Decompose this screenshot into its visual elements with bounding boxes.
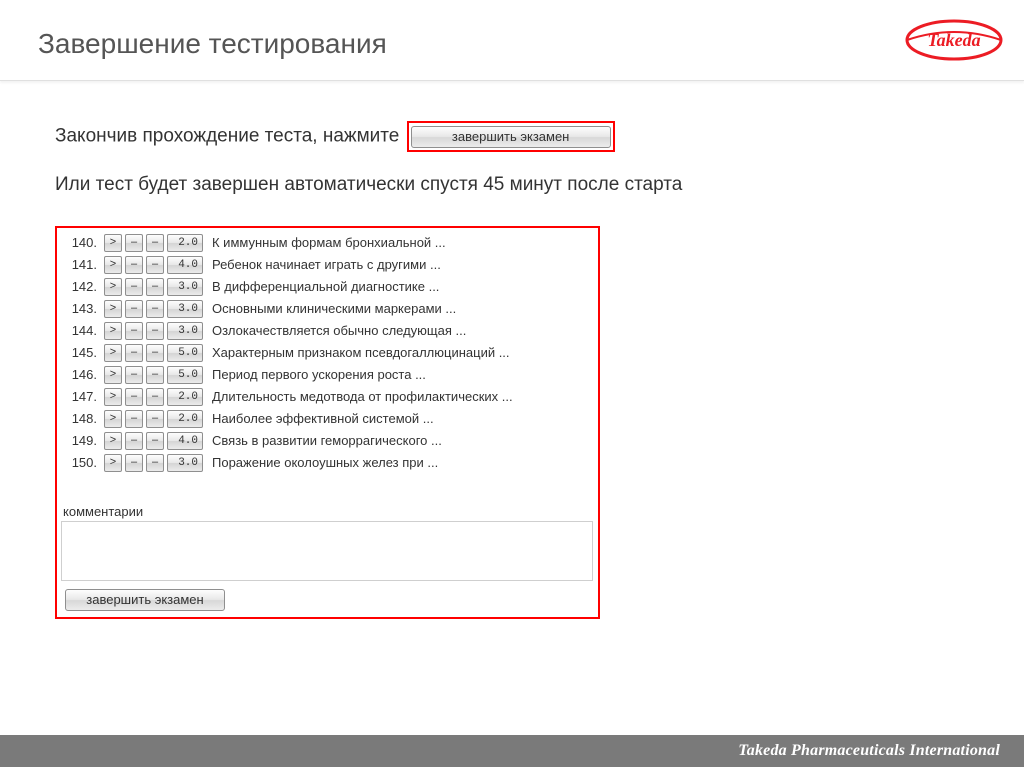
finish-exam-button-inline[interactable]: завершить экзамен [411,126,611,148]
page-title: Завершение тестирования [38,28,387,60]
goto-button[interactable]: > [104,344,122,362]
score-box[interactable]: 2.0 [167,388,203,406]
score-box[interactable]: 2.0 [167,234,203,252]
dash-button-2[interactable]: – [146,234,164,252]
goto-button[interactable]: > [104,300,122,318]
question-text: Основными клиническими маркерами ... [206,301,456,316]
dash-button-2[interactable]: – [146,366,164,384]
score-box[interactable]: 3.0 [167,454,203,472]
content-area: Закончив прохождение теста, нажмите заве… [0,81,1024,619]
dash-button-2[interactable]: – [146,300,164,318]
question-text: К иммунным формам бронхиальной ... [206,235,446,250]
finish-exam-button-highlight: завершить экзамен [407,121,615,152]
dash-button-1[interactable]: – [125,388,143,406]
score-box[interactable]: 5.0 [167,366,203,384]
question-text: Связь в развитии геморрагического ... [206,433,442,448]
question-text: Длительность медотвода от профилактическ… [206,389,513,404]
question-row: 150.>––3.0Поражение околоушных желез при… [61,452,594,474]
dash-button-2[interactable]: – [146,256,164,274]
goto-button[interactable]: > [104,454,122,472]
dash-button-2[interactable]: – [146,388,164,406]
question-text: Озлокачествляется обычно следующая ... [206,323,466,338]
goto-button[interactable]: > [104,388,122,406]
score-box[interactable]: 3.0 [167,322,203,340]
dash-button-2[interactable]: – [146,322,164,340]
instruction-line-2: Или тест будет завершен автоматически сп… [55,174,986,196]
question-row: 140.>––2.0К иммунным формам бронхиальной… [61,232,594,254]
score-box[interactable]: 4.0 [167,256,203,274]
dash-button-1[interactable]: – [125,322,143,340]
question-row: 141.>––4.0Ребенок начинает играть с друг… [61,254,594,276]
question-text: В дифференциальной диагностике ... [206,279,439,294]
question-number: 149. [63,433,101,448]
question-row: 145.>––5.0Характерным признаком псевдога… [61,342,594,364]
question-number: 143. [63,301,101,316]
question-number: 147. [63,389,101,404]
dash-button-1[interactable]: – [125,344,143,362]
goto-button[interactable]: > [104,366,122,384]
logo-text: Takeda [927,30,980,50]
goto-button[interactable]: > [104,322,122,340]
dash-button-1[interactable]: – [125,410,143,428]
score-box[interactable]: 2.0 [167,410,203,428]
dash-button-2[interactable]: – [146,454,164,472]
question-row: 148.>––2.0Наиболее эффективной системой … [61,408,594,430]
score-box[interactable]: 3.0 [167,300,203,318]
question-number: 144. [63,323,101,338]
dash-button-1[interactable]: – [125,366,143,384]
question-number: 150. [63,455,101,470]
dash-button-1[interactable]: – [125,300,143,318]
goto-button[interactable]: > [104,234,122,252]
takeda-logo-icon: Takeda [904,18,1004,62]
dash-button-1[interactable]: – [125,432,143,450]
dash-button-2[interactable]: – [146,344,164,362]
footer-bar: Takeda Pharmaceuticals International [0,735,1024,767]
question-row: 143.>––3.0Основными клиническими маркера… [61,298,594,320]
score-box[interactable]: 5.0 [167,344,203,362]
footer-text: Takeda Pharmaceuticals International [738,742,1000,760]
question-number: 145. [63,345,101,360]
question-number: 142. [63,279,101,294]
brand-logo: Takeda [904,18,1004,67]
question-row: 149.>––4.0Связь в развитии геморрагическ… [61,430,594,452]
dash-button-1[interactable]: – [125,454,143,472]
goto-button[interactable]: > [104,278,122,296]
comments-field[interactable] [61,521,593,581]
score-box[interactable]: 3.0 [167,278,203,296]
question-text: Поражение околоушных желез при ... [206,455,438,470]
question-text: Период первого ускорения роста ... [206,367,426,382]
question-row: 147.>––2.0Длительность медотвода от проф… [61,386,594,408]
comments-label: комментарии [61,504,594,519]
finish-exam-button[interactable]: завершить экзамен [65,589,225,611]
goto-button[interactable]: > [104,256,122,274]
question-row: 142.>––3.0В дифференциальной диагностике… [61,276,594,298]
question-number: 148. [63,411,101,426]
question-text: Наиболее эффективной системой ... [206,411,434,426]
question-text: Ребенок начинает играть с другими ... [206,257,441,272]
score-box[interactable]: 4.0 [167,432,203,450]
finish-row: завершить экзамен [61,589,594,611]
header: Завершение тестирования Takeda [0,0,1024,81]
dash-button-2[interactable]: – [146,432,164,450]
question-row: 146.>––5.0Период первого ускорения роста… [61,364,594,386]
dash-button-1[interactable]: – [125,278,143,296]
question-number: 141. [63,257,101,272]
goto-button[interactable]: > [104,410,122,428]
dash-button-2[interactable]: – [146,410,164,428]
dash-button-2[interactable]: – [146,278,164,296]
instruction-line-1: Закончив прохождение теста, нажмите заве… [55,121,986,152]
question-number: 146. [63,367,101,382]
questions-panel: 140.>––2.0К иммунным формам бронхиальной… [55,226,600,619]
instruction-text-1: Закончив прохождение теста, нажмите [55,125,399,146]
question-number: 140. [63,235,101,250]
goto-button[interactable]: > [104,432,122,450]
dash-button-1[interactable]: – [125,256,143,274]
dash-button-1[interactable]: – [125,234,143,252]
question-text: Характерным признаком псевдогаллюцинаций… [206,345,510,360]
question-row: 144.>––3.0Озлокачествляется обычно следу… [61,320,594,342]
